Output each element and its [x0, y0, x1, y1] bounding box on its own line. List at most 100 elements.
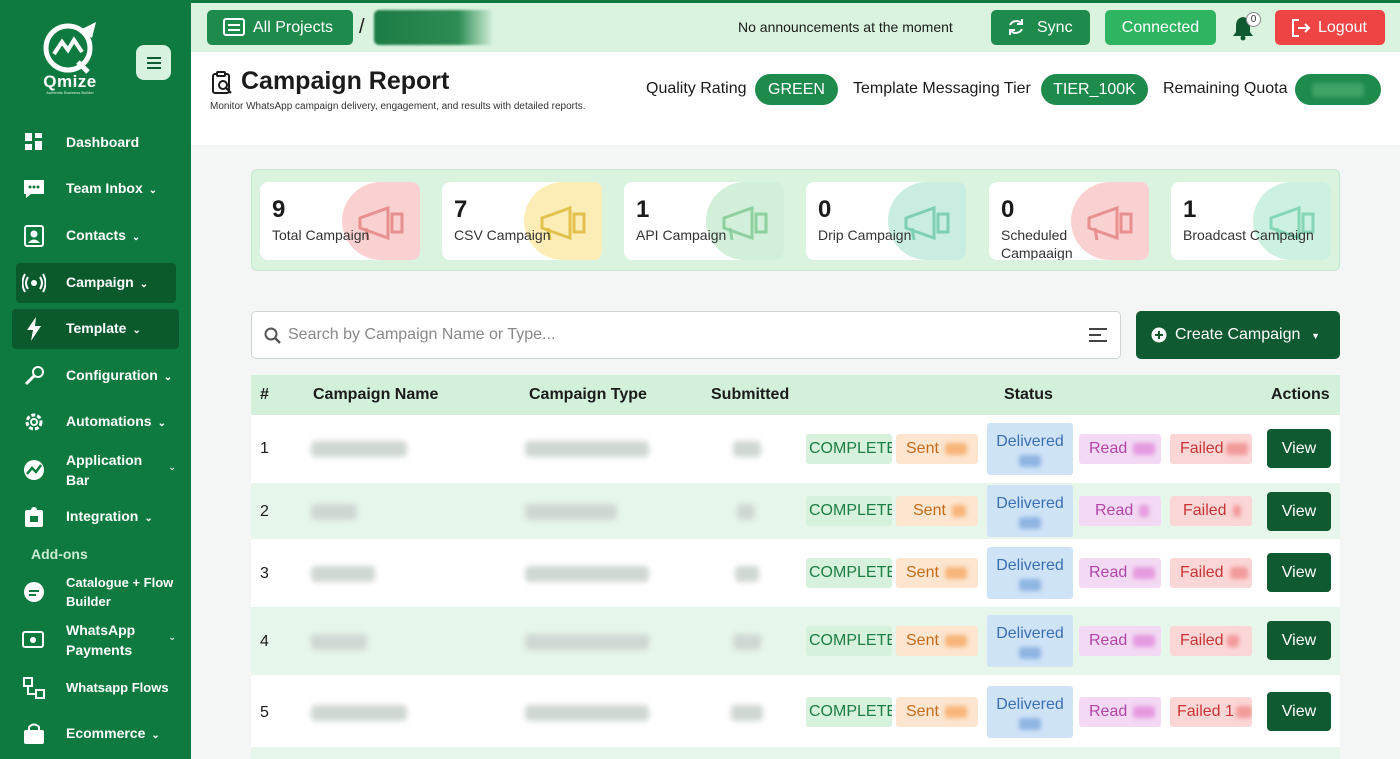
brand-logo[interactable]: Qmize Authentic Business Builder	[34, 20, 106, 96]
failed-count	[1226, 635, 1239, 647]
view-button[interactable]: View	[1267, 429, 1331, 468]
sidebar-item-application-bar[interactable]: Application Bar ⌄	[12, 450, 179, 490]
failed-badge: Failed	[1170, 496, 1252, 526]
read-count	[1133, 706, 1156, 718]
sent-label: Sent	[906, 632, 939, 649]
current-project-button[interactable]	[374, 10, 494, 45]
sidebar-item-configuration[interactable]: Configuration ⌄	[12, 356, 179, 396]
stat-card-broadcast[interactable]: 1 Broadcast Campaign	[1171, 182, 1331, 260]
row-number: 5	[260, 704, 269, 721]
quality-rating-badge: GREEN	[755, 74, 838, 105]
failed-label: Failed	[1180, 564, 1224, 581]
submitted-count	[737, 504, 755, 520]
stat-card-csv[interactable]: 7 CSV Campaign	[442, 182, 602, 260]
page-title: Campaign Report	[241, 67, 450, 95]
table-row: 5 COMPLETED Sent Delivered Read Failed 1…	[251, 675, 1340, 747]
logo-icon	[43, 22, 96, 74]
sidebar-item-template[interactable]: Template ⌄	[12, 309, 179, 349]
sent-label: Sent	[906, 440, 939, 457]
stat-card-scheduled[interactable]: 0 Scheduled Campaaign	[989, 182, 1149, 260]
view-button[interactable]: View	[1267, 553, 1331, 592]
read-badge: Read	[1079, 558, 1161, 588]
sidebar-item-catalogue[interactable]: Catalogue + Flow Builder	[12, 572, 179, 612]
page-header: Campaign Report Monitor WhatsApp campaig…	[191, 52, 1400, 145]
stat-value: 9	[272, 196, 286, 223]
table-row	[251, 747, 1340, 759]
remaining-quota-badge	[1295, 74, 1381, 105]
sidebar-item-team-inbox[interactable]: Team Inbox ⌄	[12, 169, 179, 209]
plus-circle-icon	[1151, 327, 1167, 348]
sidebar-item-dashboard[interactable]: Dashboard	[12, 122, 179, 162]
sidebar-item-label: Application Bar	[66, 452, 143, 488]
submitted-count	[731, 705, 763, 721]
view-button[interactable]: View	[1267, 692, 1331, 731]
sidebar-item-automations[interactable]: Automations ⌄	[12, 402, 179, 442]
campaign-type	[525, 566, 649, 582]
sidebar-item-label: Dashboard	[66, 134, 140, 150]
status-badge: COMPLETED	[806, 626, 892, 656]
table-row: 3 COMPLETED Sent Delivered Read Failed V…	[251, 539, 1340, 607]
sidebar-item-whatsapp-payments[interactable]: WhatsApp Payments ⌄	[12, 620, 179, 660]
failed-label: Failed	[1183, 502, 1227, 519]
stat-card-total[interactable]: 9 Total Campaign	[260, 182, 420, 260]
sent-badge: Sent	[896, 697, 978, 727]
sidebar-item-whatsapp-flows[interactable]: Whatsapp Flows	[12, 668, 179, 708]
delivered-badge: Delivered	[987, 423, 1073, 475]
stat-label: Total Campaign	[272, 227, 370, 243]
campaign-name	[311, 566, 375, 582]
sent-label: Sent	[906, 703, 939, 720]
filter-icon[interactable]	[1088, 327, 1108, 348]
megaphone-icon	[1085, 204, 1135, 249]
col-header-submitted: Submitted	[711, 386, 790, 403]
search-bar	[251, 311, 1121, 359]
search-input[interactable]	[288, 313, 1068, 357]
stat-card-drip[interactable]: 0 Drip Campaign	[806, 182, 966, 260]
delivered-label: Delivered	[996, 495, 1064, 512]
stat-label: Broadcast Campaign	[1183, 227, 1314, 243]
campaign-type	[525, 705, 649, 721]
stat-card-api[interactable]: 1 API Campaign	[624, 182, 784, 260]
table-row: 1 COMPLETED Sent Delivered Read Failed V…	[251, 415, 1340, 483]
logout-button[interactable]: Logout	[1275, 10, 1385, 45]
sidebar-item-contacts[interactable]: Contacts ⌄	[12, 216, 179, 256]
logout-label: Logout	[1318, 18, 1367, 36]
campaign-name	[311, 504, 357, 520]
chevron-down-icon: ⌄	[132, 324, 141, 336]
chevron-down-icon: ⌄	[139, 278, 149, 290]
puzzle-icon	[22, 505, 46, 529]
flow-icon	[22, 676, 46, 700]
sidebar-item-label: Whatsapp Flows	[66, 680, 169, 695]
sent-label: Sent	[906, 564, 939, 581]
all-projects-button[interactable]: All Projects	[207, 10, 353, 45]
view-button[interactable]: View	[1267, 492, 1331, 531]
sync-button[interactable]: Sync	[991, 10, 1090, 45]
read-badge: Read	[1079, 697, 1161, 727]
chevron-down-icon: ⌄	[157, 417, 166, 429]
notifications-count: 0	[1246, 12, 1261, 27]
view-button[interactable]: View	[1267, 621, 1331, 660]
quality-rating-label: Quality Rating	[646, 80, 747, 97]
stat-value: 1	[636, 196, 650, 223]
delivered-label: Delivered	[996, 433, 1064, 450]
create-campaign-button[interactable]: Create Campaign ▼	[1136, 311, 1340, 359]
read-count	[1133, 567, 1156, 579]
campaign-type	[525, 504, 617, 520]
read-label: Read	[1089, 440, 1128, 457]
sidebar-item-campaign[interactable]: Campaign ⌄	[16, 263, 176, 303]
sidebar-item-ecommerce[interactable]: Ecommerce ⌄	[12, 714, 179, 754]
failed-label: Failed	[1180, 440, 1224, 457]
shopping-bag-icon	[22, 722, 46, 746]
campaign-name	[311, 634, 367, 650]
col-header-status: Status	[1004, 386, 1053, 403]
logout-icon	[1291, 19, 1311, 42]
all-projects-label: All Projects	[253, 18, 334, 36]
sidebar-item-integration[interactable]: Integration ⌄	[12, 497, 179, 537]
sent-label: Sent	[913, 502, 946, 519]
menu-toggle-button[interactable]	[136, 45, 171, 80]
announcement-text: No announcements at the moment	[738, 19, 953, 35]
connection-status-button[interactable]: Connected	[1105, 10, 1216, 45]
stat-value: 0	[1001, 196, 1015, 223]
col-header-type: Campaign Type	[529, 386, 647, 403]
campaigns-table: # Campaign Name Campaign Type Submitted …	[251, 375, 1340, 759]
brand-tagline: Authentic Business Builder	[46, 90, 94, 95]
